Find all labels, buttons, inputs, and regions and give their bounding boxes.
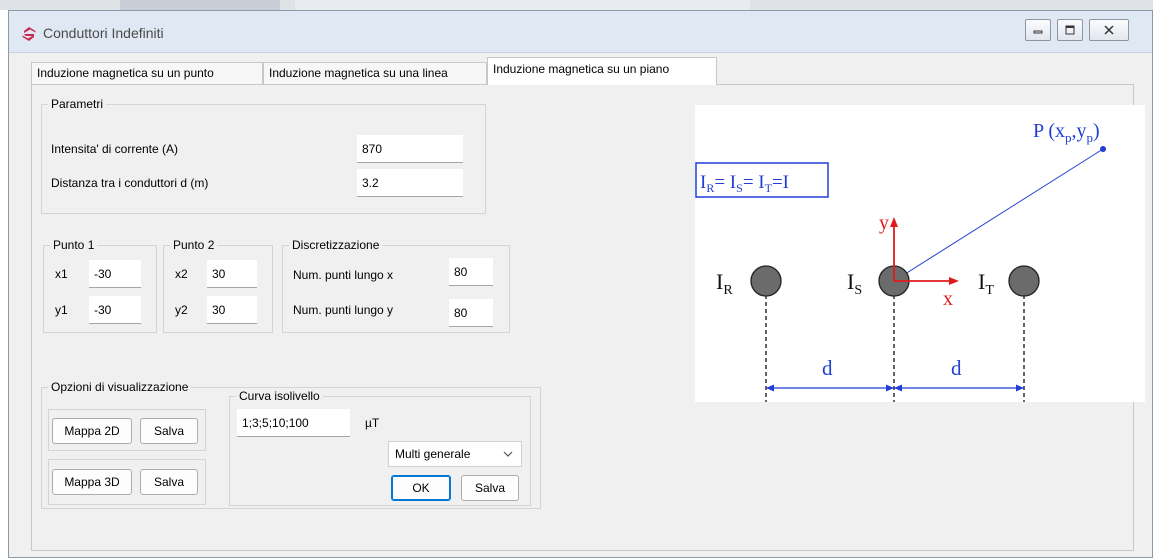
group-title-opzioni: Opzioni di visualizzazione [48, 379, 192, 395]
title-bar[interactable]: Conduttori Indefiniti [9, 11, 1152, 53]
background-window-fragment [120, 0, 280, 10]
background-window-fragment [295, 0, 750, 10]
distanza-input[interactable]: 3.2 [357, 169, 463, 197]
tab-piano[interactable]: Induzione magnetica su un piano [487, 57, 717, 85]
chevron-down-icon [501, 442, 515, 466]
conductor-t [1008, 265, 1040, 297]
dim-arrowhead [766, 384, 774, 392]
conductors-diagram: IR= IS= IT=I P (xp,yp) IR IS IT y x d d [695, 105, 1145, 402]
group-title-parametri: Parametri [48, 96, 107, 112]
punti-x-label: Num. punti lungo x [293, 268, 394, 282]
y-arrowhead [890, 217, 898, 227]
x-arrowhead [949, 277, 959, 285]
dim-arrowhead [1016, 384, 1024, 392]
group-title-punto1: Punto 1 [50, 237, 98, 253]
mappa-3d-button[interactable]: Mappa 3D [52, 469, 132, 495]
window-title: Conduttori Indefiniti [43, 25, 164, 41]
y2-input[interactable]: 30 [207, 296, 257, 324]
y1-label: y1 [55, 303, 68, 317]
corrente-label: Intensita' di corrente (A) [51, 142, 179, 156]
diagram-svg: IR= IS= IT=I P (xp,yp) IR IS IT y x d d [695, 120, 1106, 402]
y-axis-label: y [879, 212, 889, 234]
point-p-marker [1100, 146, 1106, 152]
x-axis-label: x [943, 288, 953, 310]
corrente-input[interactable]: 870 [357, 135, 463, 163]
app-window: Conduttori Indefiniti Induzione magnetic… [8, 10, 1153, 558]
equation-text: IR= IS= IT=I [700, 172, 789, 195]
tab-linea[interactable]: Induzione magnetica su una linea [263, 62, 487, 84]
y1-input[interactable]: -30 [89, 296, 141, 324]
distance-label-left: d [822, 356, 833, 380]
x1-input[interactable]: -30 [89, 260, 141, 288]
point-p-label: P (xp,yp) [1033, 120, 1100, 145]
dim-arrowhead [886, 384, 894, 392]
label-is: IS [847, 269, 862, 298]
label-it: IT [978, 269, 994, 298]
minimize-button[interactable] [1025, 19, 1051, 41]
x1-label: x1 [55, 267, 68, 281]
maximize-icon [1065, 25, 1075, 35]
x2-input[interactable]: 30 [207, 260, 257, 288]
salva-3d-button[interactable]: Salva [140, 469, 198, 495]
conductor-r [750, 265, 782, 297]
group-title-curva: Curva isolivello [236, 388, 323, 404]
unit-label: µT [365, 416, 380, 430]
punti-x-input[interactable]: 80 [449, 258, 493, 286]
curva-values-input[interactable]: 1;3;5;10;100 [237, 409, 350, 437]
dim-arrowhead [894, 384, 902, 392]
app-logo-icon [22, 27, 36, 41]
label-ir: IR [716, 269, 733, 298]
salva-2d-button[interactable]: Salva [140, 418, 198, 444]
vector-to-p [893, 148, 1104, 282]
curve-type-select[interactable]: Multi generale [388, 441, 522, 467]
distance-label-right: d [951, 356, 962, 380]
curve-type-value: Multi generale [395, 447, 471, 461]
punti-y-label: Num. punti lungo y [293, 303, 394, 317]
maximize-button[interactable] [1057, 19, 1083, 41]
distanza-label: Distanza tra i conduttori d (m) [51, 176, 209, 190]
group-title-punto2: Punto 2 [170, 237, 218, 253]
y2-label: y2 [175, 303, 188, 317]
x2-label: x2 [175, 267, 188, 281]
ok-button[interactable]: OK [391, 475, 451, 501]
salva-curva-button[interactable]: Salva [461, 475, 519, 501]
punti-y-input[interactable]: 80 [449, 299, 493, 327]
group-title-discretizzazione: Discretizzazione [289, 237, 383, 253]
minimize-icon [1033, 30, 1043, 34]
background-desktop [0, 0, 1153, 10]
tab-panel-piano: Parametri Intensita' di corrente (A) 870… [31, 84, 1145, 551]
tab-punto[interactable]: Induzione magnetica su un punto [31, 62, 263, 84]
close-icon [1104, 25, 1114, 35]
mappa-2d-button[interactable]: Mappa 2D [52, 418, 132, 444]
close-button[interactable] [1089, 19, 1129, 41]
